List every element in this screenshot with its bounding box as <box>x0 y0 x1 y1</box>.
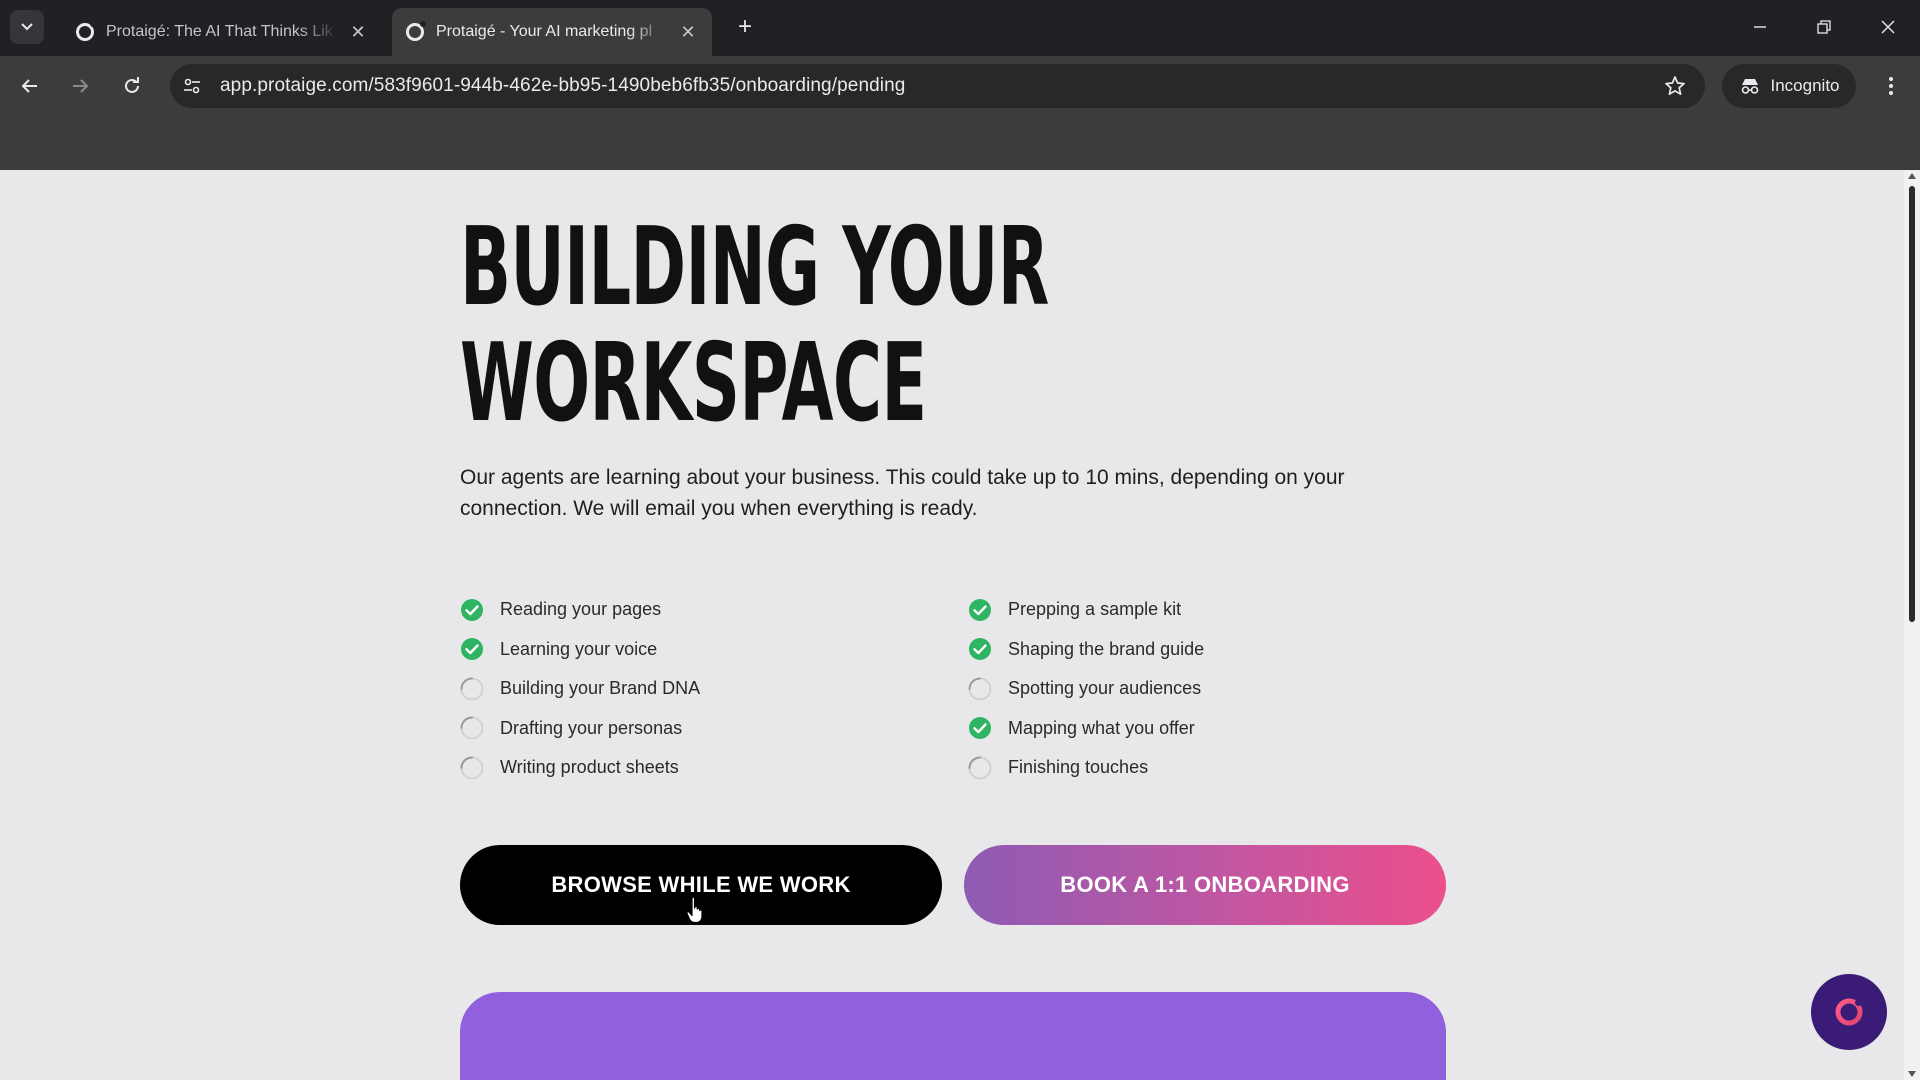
tab-protaige-home[interactable]: Protaigé: The AI That Thinks Lik ✕ <box>62 8 382 56</box>
close-window-button[interactable] <box>1868 12 1908 42</box>
address-bar[interactable]: app.protaige.com/583f9601-944b-462e-bb95… <box>170 64 1705 108</box>
reload-icon <box>125 77 139 93</box>
check-circle-icon <box>969 717 991 740</box>
check-circle-icon <box>969 598 991 621</box>
scroll-up-arrow-icon[interactable] <box>1908 173 1916 179</box>
browser-tab-bar: Protaigé: The AI That Thinks Lik ✕ Prota… <box>0 0 1920 56</box>
checklist-item: Drafting your personas <box>460 709 700 749</box>
browser-menu-button[interactable] <box>1876 70 1906 102</box>
checklist-item-label: Shaping the brand guide <box>1008 638 1205 659</box>
minimize-button[interactable] <box>1740 12 1780 42</box>
close-icon[interactable]: ✕ <box>348 22 368 43</box>
tab-title: Protaigé: The AI That Thinks Lik <box>106 23 333 40</box>
promo-card <box>460 992 1446 1080</box>
reload-button[interactable] <box>116 70 148 102</box>
page-title-line-2: WORKSPACE <box>460 321 927 446</box>
checklist-item-label: Building your Brand DNA <box>500 678 701 699</box>
checklist-item: Reading your pages <box>460 590 700 630</box>
checklist-item: Building your Brand DNA <box>460 669 700 709</box>
new-tab-button[interactable]: + <box>730 12 760 42</box>
toolbar-spacer <box>0 116 1920 170</box>
site-settings-icon[interactable] <box>182 76 202 96</box>
url-text[interactable]: app.protaige.com/583f9601-944b-462e-bb95… <box>220 64 905 108</box>
incognito-label: Incognito <box>1770 76 1840 95</box>
bookmark-star-icon[interactable] <box>1663 74 1687 98</box>
spinner-ring-icon <box>460 677 484 701</box>
spinner-ring-icon <box>460 716 484 740</box>
onboarding-page: BUILDING YOUR WORKSPACE Our agents are l… <box>0 170 1904 1080</box>
check-circle-icon <box>461 638 483 661</box>
browser-toolbar: app.protaige.com/583f9601-944b-462e-bb95… <box>0 56 1920 116</box>
protaige-favicon-icon <box>406 21 426 41</box>
arrow-right-icon <box>73 79 89 93</box>
incognito-icon <box>1741 79 1758 94</box>
tab-protaige-app[interactable]: Protaigé - Your AI marketing pl ✕ <box>392 8 712 56</box>
back-button[interactable] <box>14 70 46 102</box>
checklist-item: Learning your voice <box>460 630 700 670</box>
checklist-item-label: Finishing touches <box>1008 757 1149 778</box>
checklist-item-label: Writing product sheets <box>500 757 679 778</box>
minimize-icon <box>1754 26 1766 28</box>
scrollbar-thumb[interactable] <box>1909 186 1915 622</box>
more-vertical-icon <box>1889 77 1893 95</box>
arrow-left-icon <box>21 79 37 93</box>
restore-icon <box>1817 20 1831 34</box>
checklist-item-label: Reading your pages <box>500 599 662 620</box>
checklist-item: Writing product sheets <box>460 748 700 788</box>
protaige-favicon-icon <box>76 21 96 41</box>
book-onboarding-button[interactable]: BOOK A 1:1 ONBOARDING <box>964 845 1446 925</box>
spinner-ring-icon <box>968 677 992 701</box>
page-title-line-1: BUILDING YOUR <box>460 205 1049 330</box>
checklist-item-label: Spotting your audiences <box>1008 678 1202 699</box>
check-circle-icon <box>461 598 483 621</box>
close-icon <box>1881 20 1895 34</box>
progress-checklist-right: Prepping a sample kit Shaping the brand … <box>968 590 1204 788</box>
chat-widget-button[interactable] <box>1811 974 1887 1050</box>
chevron-down-icon <box>21 23 33 31</box>
checklist-item-label: Drafting your personas <box>500 717 683 738</box>
checklist-item: Finishing touches <box>968 748 1204 788</box>
checklist-item: Mapping what you offer <box>968 709 1204 749</box>
scroll-down-arrow-icon[interactable] <box>1908 1071 1916 1077</box>
close-icon[interactable]: ✕ <box>678 22 698 43</box>
incognito-indicator[interactable]: Incognito <box>1722 64 1856 108</box>
check-circle-icon <box>969 638 991 661</box>
checklist-item: Prepping a sample kit <box>968 590 1204 630</box>
page-scrollbar[interactable] <box>1904 170 1920 1080</box>
checklist-item-label: Learning your voice <box>500 638 658 659</box>
checklist-item: Shaping the brand guide <box>968 630 1204 670</box>
tab-title: Protaigé - Your AI marketing pl <box>436 23 653 40</box>
checklist-item-label: Mapping what you offer <box>1008 717 1195 738</box>
page-title: BUILDING YOUR WORKSPACE <box>460 210 1049 442</box>
checklist-item: Spotting your audiences <box>968 669 1204 709</box>
intro-text: Our agents are learning about your busin… <box>460 466 1345 520</box>
hand-cursor-icon <box>686 896 703 924</box>
spinner-ring-icon <box>460 756 484 780</box>
chat-logo-icon <box>1835 998 1863 1026</box>
tab-search-button[interactable] <box>10 10 44 44</box>
restore-button[interactable] <box>1804 12 1844 42</box>
checklist-item-label: Prepping a sample kit <box>1008 599 1182 620</box>
forward-button[interactable] <box>64 70 96 102</box>
spinner-ring-icon <box>968 756 992 780</box>
progress-checklist-left: Reading your pages Learning your voice B… <box>460 590 700 788</box>
